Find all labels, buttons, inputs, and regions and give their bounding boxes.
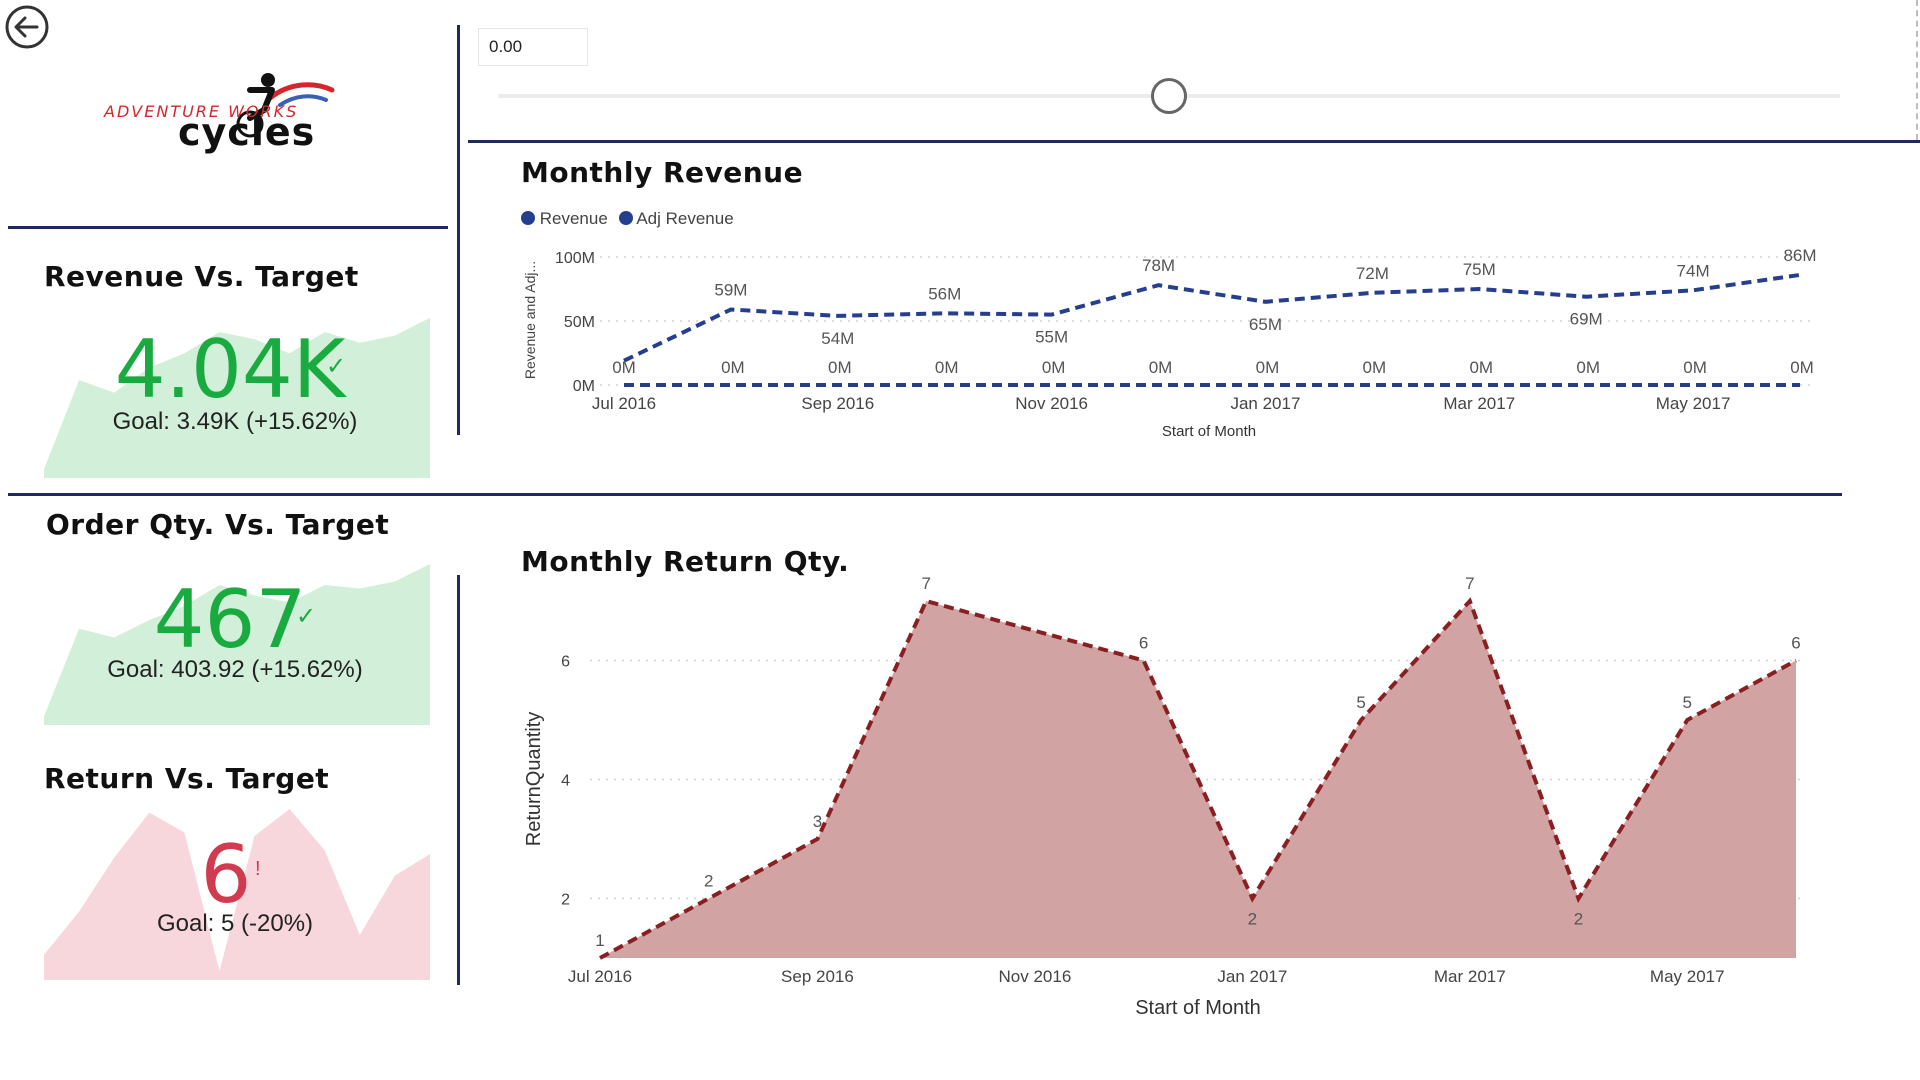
returns-x-tick: Jul 2016 bbox=[568, 967, 632, 986]
kpi-title-order-qty: Order Qty. Vs. Target bbox=[46, 508, 390, 541]
returns-y-tick: 4 bbox=[561, 773, 570, 790]
revenue-data-label: 72M bbox=[1356, 264, 1389, 283]
returns-y-tick: 2 bbox=[561, 892, 570, 909]
revenue-x-axis-label: Start of Month bbox=[1162, 423, 1256, 440]
adj-revenue-data-label: 0M bbox=[1790, 358, 1814, 377]
returns-data-label: 1 bbox=[595, 931, 604, 950]
returns-y-tick: 6 bbox=[561, 654, 570, 671]
revenue-x-tick: Mar 2017 bbox=[1443, 394, 1515, 413]
adj-revenue-data-label: 0M bbox=[612, 358, 636, 377]
returns-x-tick: Nov 2016 bbox=[999, 967, 1072, 986]
returns-y-axis-label: ReturnQuantity bbox=[523, 712, 545, 847]
revenue-series-line bbox=[623, 272, 1801, 363]
returns-data-label: 2 bbox=[1574, 910, 1583, 929]
returns-data-label: 3 bbox=[813, 812, 822, 831]
returns-data-label: 7 bbox=[1465, 574, 1474, 593]
revenue-x-tick: Sep 2016 bbox=[801, 394, 874, 413]
adj-revenue-data-label: 0M bbox=[1363, 358, 1387, 377]
revenue-data-label: 74M bbox=[1677, 261, 1710, 280]
adj-revenue-data-label: 0M bbox=[1683, 358, 1707, 377]
returns-data-label: 7 bbox=[921, 574, 930, 593]
returns-area-chart[interactable]: ReturnQuantity Start of Month 2 4 6 Jul 20… bbox=[0, 560, 1920, 1020]
revenue-data-label: 65M bbox=[1249, 315, 1282, 334]
revenue-x-tick: Jan 2017 bbox=[1230, 394, 1300, 413]
revenue-data-label: 86M bbox=[1783, 246, 1816, 265]
returns-data-label: 5 bbox=[1356, 693, 1365, 712]
adj-revenue-data-label: 0M bbox=[721, 358, 745, 377]
revenue-y-tick: 100M bbox=[555, 250, 595, 267]
returns-x-tick: May 2017 bbox=[1650, 967, 1725, 986]
adj-revenue-data-label: 0M bbox=[935, 358, 959, 377]
returns-data-label: 2 bbox=[1248, 910, 1257, 929]
revenue-y-axis-label: Revenue and Adj... bbox=[522, 261, 538, 379]
adj-revenue-data-label: 0M bbox=[828, 358, 852, 377]
revenue-x-tick: Jul 2016 bbox=[592, 394, 656, 413]
revenue-y-tick: 0M bbox=[573, 378, 595, 395]
returns-data-label: 2 bbox=[704, 872, 713, 891]
revenue-data-label: 56M bbox=[928, 284, 961, 303]
revenue-y-tick: 50M bbox=[564, 314, 595, 331]
adj-revenue-data-label: 0M bbox=[1042, 358, 1066, 377]
adj-revenue-data-label: 0M bbox=[1469, 358, 1493, 377]
returns-x-tick: Mar 2017 bbox=[1434, 967, 1506, 986]
revenue-x-tick: May 2017 bbox=[1656, 394, 1731, 413]
revenue-data-label: 54M bbox=[821, 329, 854, 348]
revenue-data-label: 69M bbox=[1570, 310, 1603, 329]
revenue-data-label: 59M bbox=[714, 280, 747, 299]
revenue-line-chart[interactable]: Revenue and Adj... Start of Month 0M 50M 1… bbox=[0, 0, 1920, 480]
returns-x-axis-label: Start of Month bbox=[1135, 997, 1261, 1019]
adj-revenue-data-label: 0M bbox=[1256, 358, 1280, 377]
returns-data-label: 6 bbox=[1139, 634, 1148, 653]
divider-middle bbox=[8, 493, 1842, 496]
returns-x-tick: Sep 2016 bbox=[781, 967, 854, 986]
returns-data-label: 6 bbox=[1791, 634, 1800, 653]
returns-x-tick: Jan 2017 bbox=[1217, 967, 1287, 986]
revenue-data-label: 75M bbox=[1463, 260, 1496, 279]
returns-data-label: 5 bbox=[1683, 693, 1692, 712]
adj-revenue-data-label: 0M bbox=[1576, 358, 1600, 377]
revenue-data-label: 78M bbox=[1142, 256, 1175, 275]
revenue-data-label: 55M bbox=[1035, 328, 1068, 347]
revenue-x-tick: Nov 2016 bbox=[1015, 394, 1088, 413]
adj-revenue-data-label: 0M bbox=[1149, 358, 1173, 377]
